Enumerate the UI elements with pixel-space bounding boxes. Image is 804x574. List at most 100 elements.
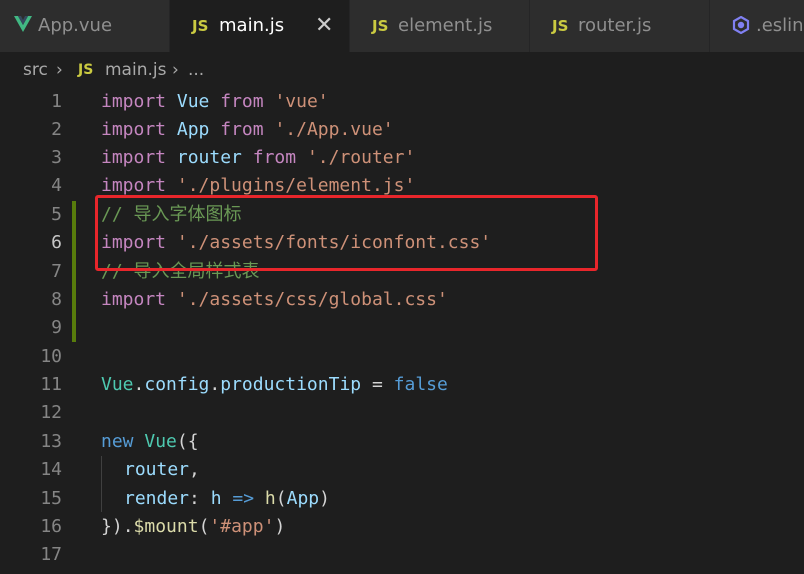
property: config <box>144 374 210 395</box>
tab-label: main.js <box>219 15 285 36</box>
tab-app-vue[interactable]: App.vue <box>0 0 170 52</box>
code-line: // 导入字体图标 <box>101 201 242 229</box>
operator: = <box>361 374 394 395</box>
code-line: import Vue from 'vue' <box>101 88 329 116</box>
line-number: 12 <box>40 402 62 423</box>
line-number: 15 <box>40 488 62 509</box>
keyword: import <box>101 232 167 253</box>
tab-label: element.js <box>398 15 493 36</box>
line-number: 7 <box>51 261 62 282</box>
close-icon[interactable]: ✕ <box>315 0 333 52</box>
punctuation: , <box>189 459 200 480</box>
comment: // 导入字体图标 <box>101 204 242 225</box>
code-line: import './assets/fonts/iconfont.css' <box>101 229 491 257</box>
chevron-right-icon: › <box>56 60 63 80</box>
line-number: 17 <box>40 544 62 565</box>
arrow-operator: => <box>221 488 265 509</box>
keyword: from <box>220 91 264 112</box>
breadcrumb-folder[interactable]: src <box>23 52 48 88</box>
js-icon: JS <box>552 17 569 35</box>
code-editor[interactable]: 1 2 3 4 5 6 7 8 9 10 11 12 13 14 15 16 1… <box>0 88 804 574</box>
tab-router-js[interactable]: JS router.js <box>530 0 710 52</box>
function-call: $mount <box>133 516 199 537</box>
tab-element-js[interactable]: JS element.js <box>350 0 530 52</box>
line-number: 11 <box>40 374 62 395</box>
tab-label: App.vue <box>38 15 113 36</box>
function-call: h <box>264 488 276 509</box>
punctuation: . <box>209 374 221 395</box>
code-line: Vue.config.productionTip = false <box>101 371 448 399</box>
line-number: 3 <box>51 147 62 168</box>
keyword: from <box>252 147 297 168</box>
boolean: false <box>393 374 448 395</box>
code-line: }).$mount('#app') <box>101 513 285 541</box>
breadcrumb: src › JS main.js › ... <box>0 52 804 88</box>
line-number: 9 <box>51 317 62 338</box>
js-icon: JS <box>78 62 94 78</box>
line-number: 13 <box>40 431 62 452</box>
identifier: App <box>176 119 210 140</box>
tab-label: router.js <box>578 15 652 36</box>
keyword: import <box>101 147 167 168</box>
code-line: new Vue({ <box>101 428 199 456</box>
line-number: 16 <box>40 516 62 537</box>
tab-eslint[interactable]: .eslint <box>710 0 804 52</box>
line-number: 4 <box>51 175 62 196</box>
tab-label: .eslint <box>756 15 804 36</box>
identifier: Vue <box>101 374 134 395</box>
string: './App.vue' <box>274 119 394 140</box>
keyword: import <box>101 175 167 196</box>
string: './assets/fonts/iconfont.css' <box>176 232 492 253</box>
code-line: import './plugins/element.js' <box>101 172 415 200</box>
editor-tab-bar: App.vue JS main.js ✕ JS element.js JS ro… <box>0 0 804 52</box>
identifier: App <box>286 488 320 509</box>
js-icon: JS <box>372 17 389 35</box>
code-line: render: h => h(App) <box>124 485 330 513</box>
string: './plugins/element.js' <box>176 175 416 196</box>
line-number-current: 6 <box>51 232 62 253</box>
modified-lines-indicator <box>72 201 76 342</box>
line-number: 1 <box>51 91 62 112</box>
code-line: import './assets/css/global.css' <box>101 286 448 314</box>
punctuation: ( <box>198 516 210 537</box>
keyword: import <box>101 289 167 310</box>
line-number: 2 <box>51 119 62 140</box>
breadcrumb-symbols[interactable]: ... <box>188 52 204 88</box>
js-icon: JS <box>192 17 209 35</box>
string: './router' <box>306 147 416 168</box>
code-line: import router from './router' <box>101 144 415 172</box>
code-line: router, <box>124 456 200 484</box>
keyword: import <box>101 91 167 112</box>
code-line: // 导入全局样式表 <box>101 258 260 286</box>
string: 'vue' <box>274 91 329 112</box>
property: router <box>124 459 190 480</box>
keyword: new <box>101 431 134 452</box>
property: productionTip <box>220 374 362 395</box>
punctuation: ( <box>275 488 287 509</box>
eslint-icon <box>732 16 750 34</box>
identifier: Vue <box>144 431 177 452</box>
line-number: 8 <box>51 289 62 310</box>
punctuation: ) <box>274 516 286 537</box>
punctuation: ({ <box>176 431 199 452</box>
line-number: 10 <box>40 346 62 367</box>
string: './assets/css/global.css' <box>176 289 448 310</box>
line-number: 5 <box>51 204 62 225</box>
tab-main-js[interactable]: JS main.js ✕ <box>170 0 350 52</box>
parameter: h <box>210 488 222 509</box>
breadcrumb-file[interactable]: main.js <box>105 52 166 88</box>
punctuation: . <box>122 516 134 537</box>
